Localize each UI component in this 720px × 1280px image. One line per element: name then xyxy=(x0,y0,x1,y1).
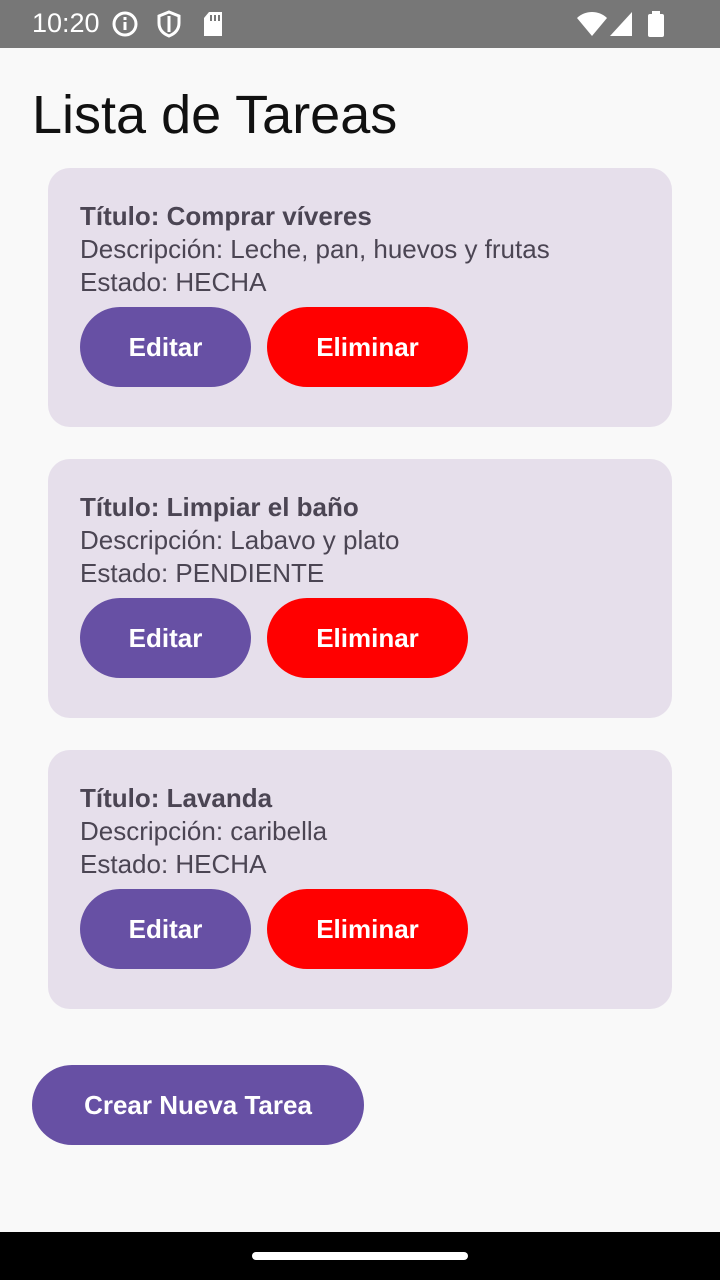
battery-icon xyxy=(648,11,664,37)
task-description: Descripción: Leche, pan, huevos y frutas xyxy=(80,234,550,264)
edit-button[interactable]: Editar xyxy=(80,307,251,387)
task-state: Estado: HECHA xyxy=(80,849,267,879)
status-time: 10:20 xyxy=(32,8,100,38)
delete-button[interactable]: Eliminar xyxy=(267,307,468,387)
status-bar: 10:20 xyxy=(0,0,720,48)
home-gesture-handle[interactable] xyxy=(252,1252,468,1260)
navigation-bar xyxy=(0,1232,720,1280)
task-card: Título: Limpiar el baño Descripción: Lab… xyxy=(48,459,672,718)
delete-button[interactable]: Eliminar xyxy=(267,598,468,678)
delete-button[interactable]: Eliminar xyxy=(267,889,468,969)
task-list-screen: Lista de Tareas Título: Comprar víveres … xyxy=(0,48,720,1232)
page-title: Lista de Tareas xyxy=(32,85,398,145)
task-state: Estado: PENDIENTE xyxy=(80,558,325,588)
wifi-icon xyxy=(577,12,607,36)
task-title: Título: Limpiar el baño xyxy=(80,492,359,522)
edit-button[interactable]: Editar xyxy=(80,889,251,969)
task-card: Título: Lavanda Descripción: caribella E… xyxy=(48,750,672,1009)
task-title: Título: Comprar víveres xyxy=(80,201,372,231)
task-title: Título: Lavanda xyxy=(80,783,273,813)
task-description: Descripción: caribella xyxy=(80,816,328,846)
sd-card-icon xyxy=(204,12,222,36)
shield-icon xyxy=(157,10,181,38)
task-description: Descripción: Labavo y plato xyxy=(80,525,400,555)
task-state: Estado: HECHA xyxy=(80,267,267,297)
signal-icon xyxy=(610,12,632,36)
edit-button[interactable]: Editar xyxy=(80,598,251,678)
task-card: Título: Comprar víveres Descripción: Lec… xyxy=(48,168,672,427)
info-icon xyxy=(112,11,138,37)
create-task-button[interactable]: Crear Nueva Tarea xyxy=(32,1065,364,1145)
